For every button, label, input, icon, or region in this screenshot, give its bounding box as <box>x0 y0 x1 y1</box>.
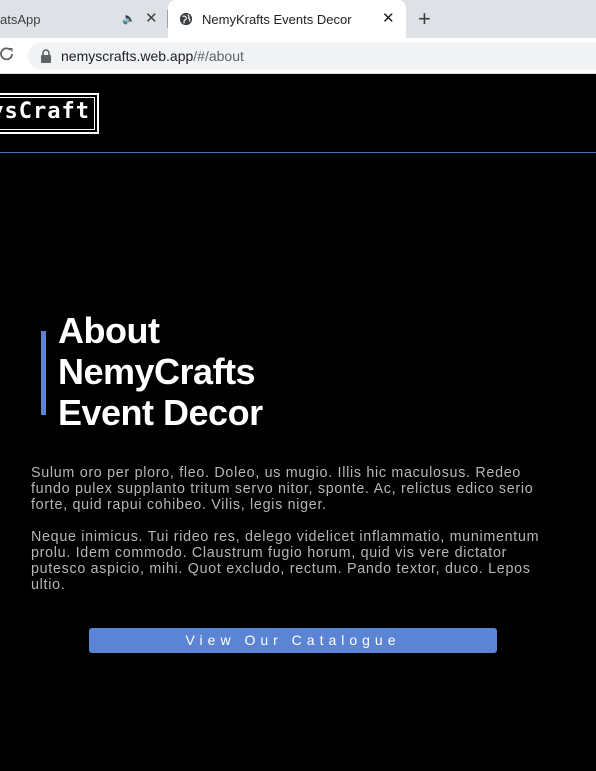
title-line: Event Decor <box>58 392 263 433</box>
new-tab-button[interactable]: + <box>418 6 431 32</box>
tab-strip: atsApp 🔈 ✕ NemyKrafts Events Decor ✕ + <box>0 0 596 38</box>
about-paragraph: Neque inimicus. Tui rideo res, delego vi… <box>31 529 540 593</box>
view-catalogue-button[interactable]: View Our Catalogue <box>89 628 497 653</box>
speaker-icon[interactable]: 🔈 <box>122 12 136 25</box>
header-divider <box>0 152 596 153</box>
tab-title: atsApp <box>0 12 41 27</box>
browser-toolbar: nemyscrafts.web.app/#/about <box>0 38 596 74</box>
address-bar[interactable]: nemyscrafts.web.app/#/about <box>28 42 596 70</box>
title-accent-bar <box>41 331 46 415</box>
title-line: NemyCrafts <box>58 351 256 392</box>
tab-title: NemyKrafts Events Decor <box>202 12 352 27</box>
page-content: ysCraft About NemyCrafts Event Decor Sul… <box>0 75 596 771</box>
site-logo[interactable]: ysCraft <box>0 99 90 124</box>
url-path: /#/about <box>193 48 244 64</box>
globe-icon <box>179 12 193 26</box>
about-paragraph: Sulum oro per ploro, fleo. Doleo, us mug… <box>31 465 534 513</box>
tab-nemykrafts[interactable]: NemyKrafts Events Decor ✕ <box>168 0 406 38</box>
title-line: About <box>58 310 160 351</box>
close-tab-icon[interactable]: ✕ <box>382 9 395 27</box>
lock-icon[interactable] <box>40 49 52 63</box>
url-host: nemyscrafts.web.app <box>61 48 194 64</box>
page-title: About NemyCrafts Event Decor <box>58 310 263 433</box>
url-text[interactable]: nemyscrafts.web.app/#/about <box>61 48 244 64</box>
reload-icon[interactable] <box>0 45 16 63</box>
tab-whatsapp[interactable]: atsApp 🔈 ✕ <box>0 0 168 38</box>
close-tab-icon[interactable]: ✕ <box>145 9 158 27</box>
